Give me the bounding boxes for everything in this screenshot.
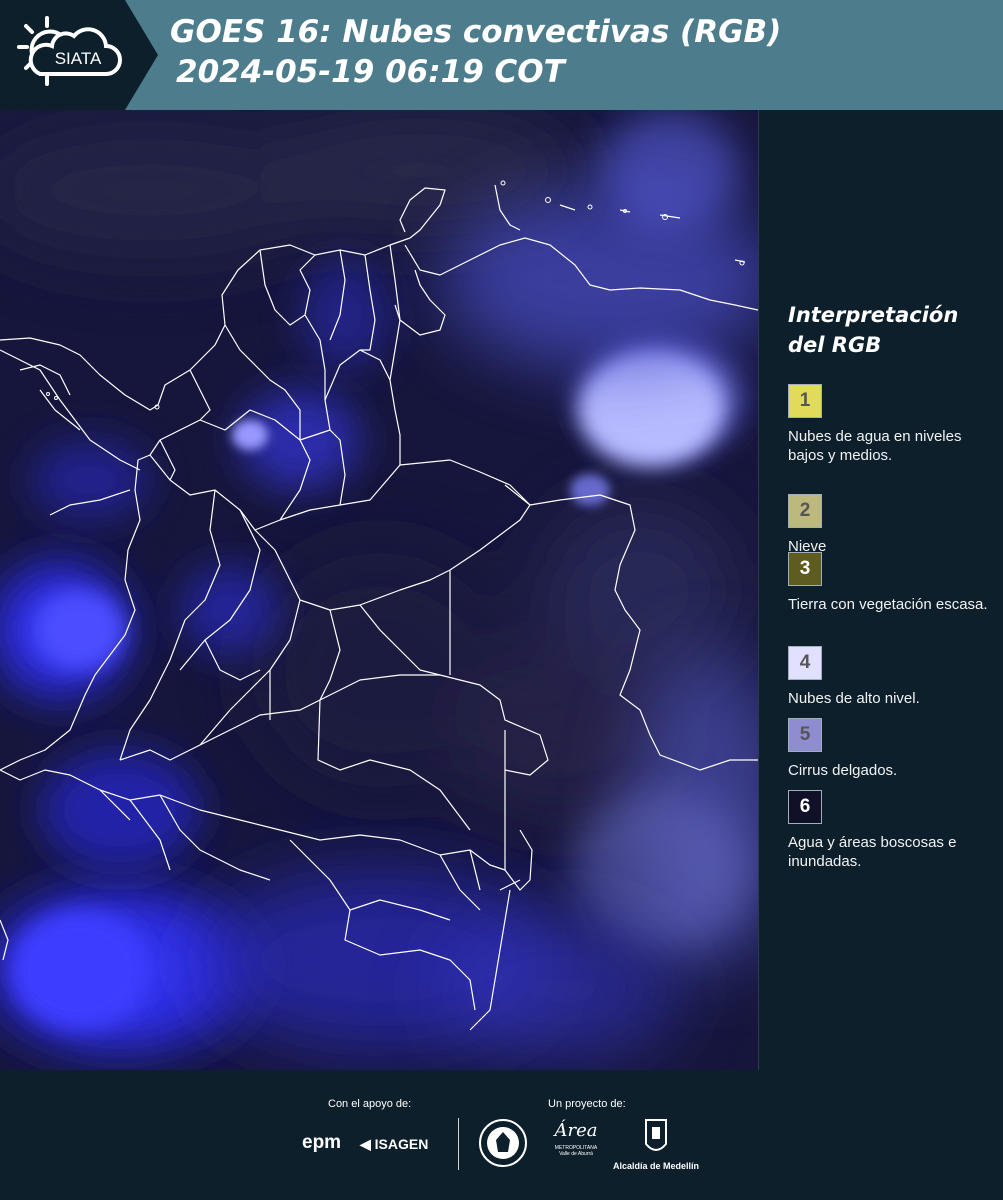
footer: Con el apoyo de: Un proyecto de: epm ◀ I… [0,1070,1003,1200]
legend-label: Agua y áreas boscosas e inundadas. [788,834,957,870]
satellite-map[interactable] [0,110,759,1070]
legend-item-5: 5 Cirrus delgados. [788,718,988,780]
page-timestamp: 2024-05-19 06:19 COT [176,54,565,90]
legend-swatch: 2 [788,494,822,528]
sun-cloud-icon: SIATA [17,16,122,86]
legend-item-3: 3 Tierra con vegetación escasa. [788,552,988,614]
siata-logo[interactable]: SIATA [0,0,158,110]
alcaldia-logo[interactable]: Alcaldía de Medellín [610,1118,702,1171]
legend-label: Nubes de agua en niveles bajos y medios. [788,428,962,464]
support-label: Con el apoyo de: [328,1098,412,1110]
legend-swatch: 4 [788,646,822,680]
legend-swatch: 1 [788,384,822,418]
page-title: GOES 16: Nubes convectivas (RGB) [170,14,782,50]
isagen-logo[interactable]: ◀ ISAGEN [360,1136,428,1153]
logo-text: SIATA [55,49,102,68]
legend-swatch: 6 [788,790,822,824]
legend-item-4: 4 Nubes de alto nivel. [788,646,988,708]
seal-icon[interactable] [478,1118,528,1168]
legend-label: Nubes de alto nivel. [788,690,920,707]
legend-item-6: 6 Agua y áreas boscosas e inundadas. [788,790,988,871]
legend-item-1: 1 Nubes de agua en niveles bajos y medios… [788,384,988,465]
epm-logo[interactable]: epm [302,1132,341,1154]
legend-swatch: 5 [788,718,822,752]
shield-icon [645,1119,667,1151]
legend-item-2: 2 Nieve [788,494,988,556]
map-canvas [0,110,758,1070]
footer-divider [458,1118,459,1170]
legend-label: Cirrus delgados. [788,762,898,779]
rgb-legend: Interpretación del RGB 1 Nubes de agua en… [788,300,988,870]
project-label: Un proyecto de: [548,1098,626,1110]
legend-label: Tierra con vegetación escasa. [788,596,988,613]
legend-title: Interpretación del RGB [788,303,959,357]
isagen-icon: ◀ [360,1136,371,1152]
legend-swatch: 3 [788,552,822,586]
area-metropolitana-logo[interactable]: Área METROPOLITANA Valle de Aburrá [550,1120,602,1168]
header-bar: SIATA GOES 16: Nubes convectivas (RGB) 2… [0,0,1003,110]
